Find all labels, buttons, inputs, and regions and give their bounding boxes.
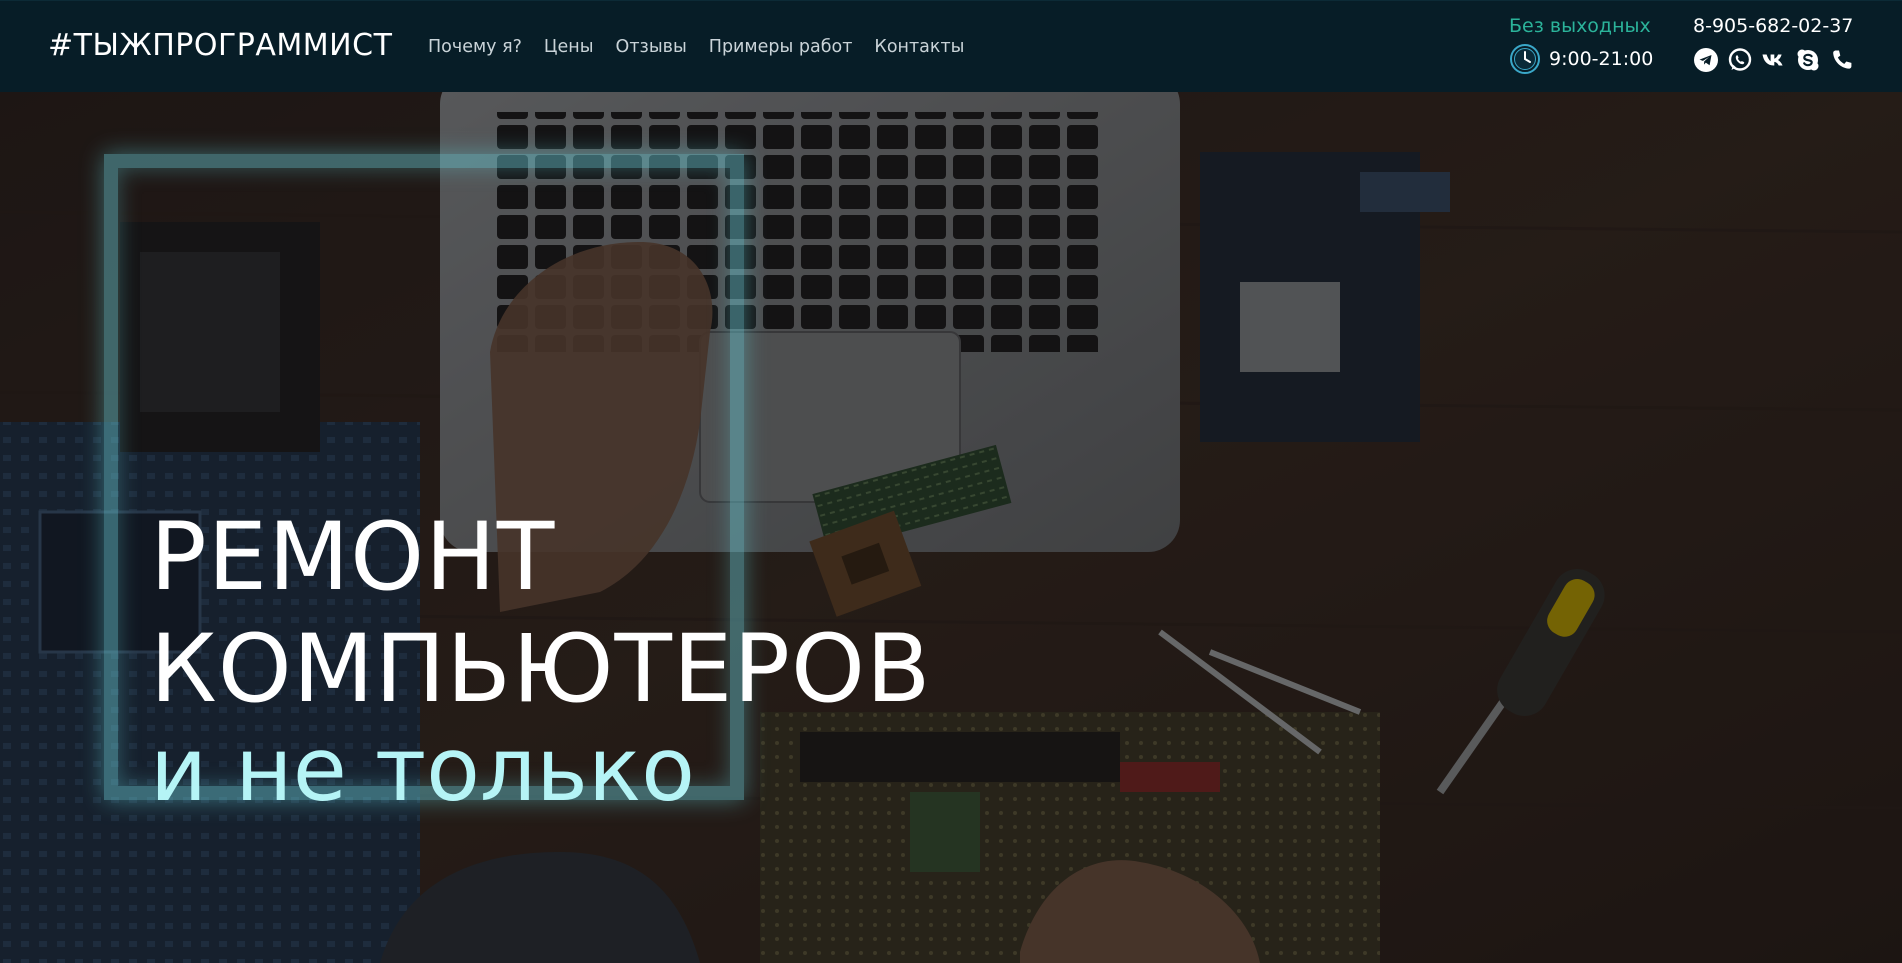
phone-icon[interactable] (1829, 47, 1855, 73)
skype-icon[interactable] (1795, 47, 1821, 73)
hero-section: РЕМОНТ КОМПЬЮТЕРОВ и не только (0, 92, 1902, 963)
nav-link-contacts[interactable]: Контакты (874, 37, 964, 57)
contact-block: 8-905-682-02-37 (1693, 15, 1853, 73)
nav-link-portfolio[interactable]: Примеры работ (709, 37, 853, 57)
clock-icon (1509, 43, 1541, 75)
hero-title-line-1: РЕМОНТ (150, 503, 556, 612)
site-logo[interactable]: #ТЫЖПРОГРАММИСТ (48, 28, 392, 63)
telegram-icon[interactable] (1693, 47, 1719, 73)
nav-link-why-me[interactable]: Почему я? (428, 37, 522, 57)
main-nav: Почему я? Цены Отзывы Примеры работ Конт… (428, 37, 964, 57)
hero-title: РЕМОНТ КОМПЬЮТЕРОВ (150, 502, 931, 726)
phone-number-link[interactable]: 8-905-682-02-37 (1693, 15, 1853, 37)
nav-link-prices[interactable]: Цены (544, 37, 594, 57)
work-schedule: Без выходных 9:00-21:00 (1509, 15, 1654, 75)
site-header: #ТЫЖПРОГРАММИСТ Почему я? Цены Отзывы Пр… (0, 0, 1902, 92)
schedule-hours: 9:00-21:00 (1549, 48, 1654, 70)
nav-link-reviews[interactable]: Отзывы (616, 37, 687, 57)
page: #ТЫЖПРОГРАММИСТ Почему я? Цены Отзывы Пр… (0, 0, 1902, 963)
vk-icon[interactable] (1761, 47, 1787, 73)
schedule-label: Без выходных (1509, 15, 1651, 37)
hero-subtitle: и не только (150, 718, 696, 821)
whatsapp-icon[interactable] (1727, 47, 1753, 73)
hero-title-line-2: КОМПЬЮТЕРОВ (150, 615, 932, 724)
schedule-hours-row: 9:00-21:00 (1509, 43, 1654, 75)
social-links (1693, 47, 1853, 73)
